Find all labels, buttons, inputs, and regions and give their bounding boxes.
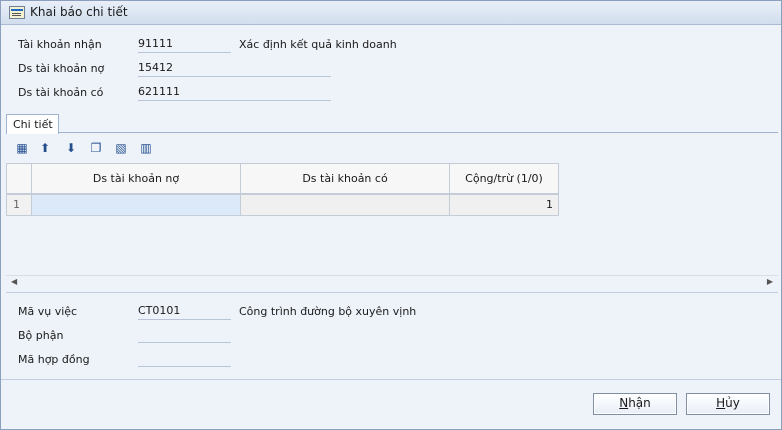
copy-row-icon[interactable]: ❐ bbox=[88, 140, 104, 156]
tab-strip: Chi tiết bbox=[6, 112, 778, 134]
credit-list-input[interactable]: 621111 bbox=[138, 85, 331, 101]
column-header-sign[interactable]: Cộng/trừ (1/0) bbox=[449, 163, 559, 194]
credit-cell[interactable] bbox=[240, 194, 450, 216]
contract-label: Mã hợp đồng bbox=[18, 353, 90, 366]
scroll-right-icon[interactable]: ▶ bbox=[767, 277, 773, 286]
column-header-credit[interactable]: Ds tài khoản có bbox=[240, 163, 450, 194]
department-input[interactable] bbox=[138, 327, 231, 343]
job-input[interactable]: CT0101 bbox=[138, 304, 231, 320]
move-down-icon[interactable]: ⬇ bbox=[63, 140, 79, 156]
ok-button[interactable]: Nhận bbox=[593, 393, 677, 415]
grid-toolbar: ▦ ⬆ ⬇ ❐ ▧ ▥ bbox=[6, 134, 778, 160]
move-up-icon[interactable]: ⬆ bbox=[37, 140, 53, 156]
insert-row-icon[interactable]: ▦ bbox=[14, 140, 30, 156]
footer-divider bbox=[1, 379, 781, 380]
debit-list-input[interactable]: 15412 bbox=[138, 61, 331, 77]
title-bar[interactable]: Khai báo chi tiết bbox=[1, 1, 781, 25]
scroll-left-icon[interactable]: ◀ bbox=[11, 277, 17, 286]
tab-chi-tiet[interactable]: Chi tiết bbox=[6, 114, 59, 134]
account-receive-input[interactable]: 91111 bbox=[138, 37, 231, 53]
column-header-debit[interactable]: Ds tài khoản nợ bbox=[31, 163, 241, 194]
horizontal-scrollbar[interactable]: ◀ ▶ bbox=[6, 275, 778, 290]
sign-cell[interactable]: 1 bbox=[449, 194, 559, 216]
detail-grid[interactable]: Ds tài khoản nợ Ds tài khoản có Cộng/trừ… bbox=[6, 163, 770, 274]
debit-cell[interactable] bbox=[31, 194, 241, 216]
delete-row-icon[interactable]: ▧ bbox=[113, 140, 129, 156]
job-label: Mã vụ việc bbox=[18, 305, 78, 318]
contract-input[interactable] bbox=[138, 351, 231, 367]
cancel-button[interactable]: Hủy bbox=[686, 393, 770, 415]
dialog-window: Khai báo chi tiết Tài khoản nhận 91111 X… bbox=[0, 0, 782, 430]
window-title: Khai báo chi tiết bbox=[30, 5, 128, 19]
section-divider bbox=[6, 292, 778, 293]
row-number: 1 bbox=[6, 194, 32, 216]
job-desc: Công trình đường bộ xuyên vịnh bbox=[239, 305, 417, 318]
credit-list-label: Ds tài khoản có bbox=[18, 86, 104, 99]
row-header-corner bbox=[6, 163, 32, 194]
insert-column-icon[interactable]: ▥ bbox=[138, 140, 154, 156]
form-icon bbox=[9, 6, 25, 19]
department-label: Bộ phận bbox=[18, 329, 64, 342]
account-receive-label: Tài khoản nhận bbox=[18, 38, 102, 51]
account-receive-desc: Xác định kết quả kinh doanh bbox=[239, 38, 397, 51]
debit-list-label: Ds tài khoản nợ bbox=[18, 62, 105, 75]
